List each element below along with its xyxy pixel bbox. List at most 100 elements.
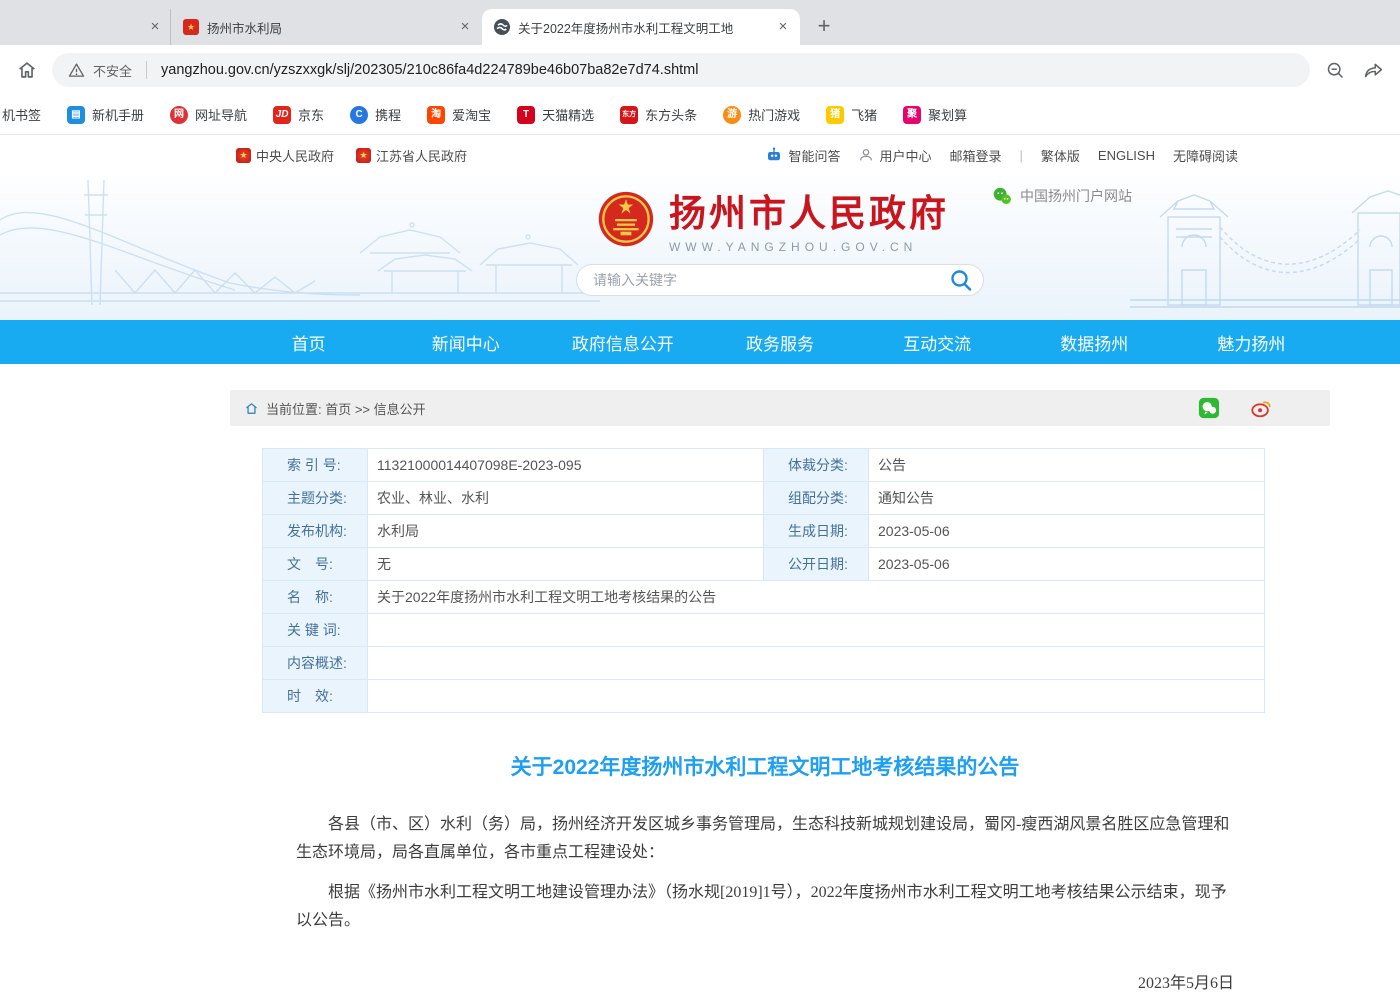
meta-label: 名 称: (263, 581, 368, 614)
link-label: 智能问答 (788, 146, 840, 165)
bookmark-label: 机书签 (2, 105, 41, 124)
table-row: 关 键 词: (263, 614, 1265, 647)
bookmark-juhuasuan[interactable]: 聚聚划算 (903, 105, 967, 124)
robot-icon (765, 146, 783, 164)
meta-value (368, 614, 1265, 647)
nav-item-charm[interactable]: 魅力扬州 (1173, 320, 1330, 364)
meta-label: 发布机构: (263, 515, 368, 548)
bookmark-hot-games[interactable]: 游热门游戏 (723, 105, 800, 124)
link-label: ENGLISH (1098, 148, 1155, 163)
share-button[interactable] (1360, 57, 1386, 83)
nav-item-news[interactable]: 新闻中心 (387, 320, 544, 364)
bookmark-site-navigation[interactable]: 网网址导航 (170, 105, 247, 124)
article-title: 关于2022年度扬州市水利工程文明工地考核结果的公告 (296, 751, 1234, 781)
bookmark-label: 网址导航 (195, 105, 247, 124)
browser-toolbar: 不安全 yangzhou.gov.cn/yzszxxgk/slj/202305/… (0, 45, 1400, 95)
weibo-share-icon[interactable] (1250, 397, 1272, 419)
link-smart-qa[interactable]: 智能问答 (765, 146, 840, 165)
meta-value: 水利局 (368, 515, 764, 548)
article-date: 2023年5月6日 (296, 969, 1234, 993)
search-icon[interactable] (949, 268, 973, 292)
bookmark-eastday[interactable]: 东方东方头条 (620, 105, 697, 124)
zoom-out-icon (1325, 60, 1346, 81)
meta-label: 生成日期: (764, 515, 869, 548)
nav-item-data[interactable]: 数据扬州 (1016, 320, 1173, 364)
article: 关于2022年度扬州市水利工程文明工地考核结果的公告 各县（市、区）水利（务）局… (230, 751, 1330, 997)
link-jiangsu-government[interactable]: ★ 江苏省人民政府 (356, 146, 467, 165)
link-central-government[interactable]: ★ 中央人民政府 (236, 146, 334, 165)
meta-value: 农业、林业、水利 (368, 482, 764, 515)
bookmark-label: 爱淘宝 (452, 105, 491, 124)
bookmark-phone-bookmarks[interactable]: 机书签 (2, 105, 41, 124)
site-name: 扬州市人民政府 (669, 183, 949, 237)
yangzhou-site-favicon (494, 19, 510, 35)
bookmark-new-phone-manual[interactable]: ▤新机手册 (67, 105, 144, 124)
link-traditional-chinese[interactable]: 繁体版 (1041, 146, 1080, 165)
close-tab-icon[interactable]: × (774, 18, 792, 36)
table-row: 内容概述: (263, 647, 1265, 680)
bookmark-label: 天猫精选 (542, 105, 594, 124)
meta-value: 关于2022年度扬州市水利工程文明工地考核结果的公告 (368, 581, 1265, 614)
meta-label: 内容概述: (263, 647, 368, 680)
bookmark-label: 携程 (375, 105, 401, 124)
link-accessibility[interactable]: 无障碍阅读 (1173, 146, 1238, 165)
table-row: 文 号: 无 公开日期: 2023-05-06 (263, 548, 1265, 581)
url-text[interactable]: yangzhou.gov.cn/yzszxxgk/slj/202305/210c… (161, 62, 698, 78)
link-user-center[interactable]: 用户中心 (858, 146, 931, 165)
bookmark-fliggy[interactable]: 猪飞猪 (826, 105, 877, 124)
meta-value: 2023-05-06 (869, 515, 1265, 548)
meta-value: 2023-05-06 (869, 548, 1265, 581)
portal-link[interactable]: 中国扬州门户网站 (991, 185, 1132, 207)
bookmark-ctrip[interactable]: C携程 (350, 105, 401, 124)
wechat-share-icon[interactable] (1198, 397, 1220, 419)
nav-item-gov-info[interactable]: 政府信息公开 (544, 320, 701, 364)
portal-label: 中国扬州门户网站 (1020, 186, 1132, 206)
site-logo[interactable]: 扬州市人民政府 WWW.YANGZHOU.GOV.CN (597, 183, 949, 254)
link-english[interactable]: ENGLISH (1098, 148, 1155, 163)
tab-title: 关于2022年度扬州市水利工程文明工地 (518, 18, 766, 37)
security-badge[interactable]: 不安全 (93, 61, 132, 80)
article-paragraph: 各县（市、区）水利（务）局，扬州经济开发区城乡事务管理局，生态科技新城规划建设局… (296, 811, 1234, 867)
main-nav: 首页 新闻中心 政府信息公开 政务服务 互动交流 数据扬州 魅力扬州 (0, 320, 1400, 364)
address-bar[interactable]: 不安全 yangzhou.gov.cn/yzszxxgk/slj/202305/… (52, 53, 1310, 87)
breadcrumb-label[interactable]: 当前位置: 首页 >> 信息公开 (266, 399, 426, 418)
bookmark-label: 飞猪 (851, 105, 877, 124)
jd-icon: JD (273, 106, 291, 124)
bookmark-label: 热门游戏 (748, 105, 800, 124)
nav-item-home[interactable]: 首页 (230, 320, 387, 364)
table-row: 时 效: (263, 680, 1265, 713)
tmall-icon: T (517, 106, 535, 124)
bookmark-jd[interactable]: JD 京东 (273, 105, 324, 124)
nav-item-interaction[interactable]: 互动交流 (859, 320, 1016, 364)
link-label: 繁体版 (1041, 146, 1080, 165)
national-emblem-favicon: ★ (183, 19, 199, 35)
meta-label: 关 键 词: (263, 614, 368, 647)
search-input[interactable] (593, 272, 949, 288)
site-header: 扬州市人民政府 WWW.YANGZHOU.GOV.CN 中国扬州门户网站 (0, 175, 1400, 320)
bookmark-label: 京东 (298, 105, 324, 124)
nav-item-services[interactable]: 政务服务 (701, 320, 858, 364)
bookmark-tmall[interactable]: T 天猫精选 (517, 105, 594, 124)
link-label: 邮箱登录 (949, 146, 1001, 165)
meta-label: 体裁分类: (764, 449, 869, 482)
link-label: 用户中心 (879, 146, 931, 165)
link-label: 江苏省人民政府 (376, 146, 467, 165)
eastday-icon: 东方 (620, 106, 638, 124)
tab-announcement-active[interactable]: 关于2022年度扬州市水利工程文明工地 × (482, 9, 800, 45)
table-row: 索 引 号: 11321000014407098E-2023-095 体裁分类:… (263, 449, 1265, 482)
home-icon (16, 59, 38, 81)
article-paragraph: 根据《扬州市水利工程文明工地建设管理办法》（扬水规[2019]1号），2022年… (296, 879, 1234, 935)
link-mail-login[interactable]: 邮箱登录 (949, 146, 1001, 165)
close-tab-icon[interactable]: × (456, 18, 474, 36)
national-emblem-icon: ★ (236, 148, 251, 163)
bookmark-aitaobao[interactable]: 淘爱淘宝 (427, 105, 491, 124)
zoom-out-button[interactable] (1322, 57, 1348, 83)
home-icon[interactable] (244, 401, 259, 416)
close-tab-icon[interactable]: × (146, 18, 164, 36)
juhuasuan-icon: 聚 (903, 106, 921, 124)
divider: | (1020, 148, 1023, 163)
home-button[interactable] (14, 57, 40, 83)
new-tab-button[interactable]: + (810, 13, 838, 41)
tab-cutoff: × (0, 9, 170, 45)
tab-yangzhou-water-bureau[interactable]: ★ 扬州市水利局 × (170, 9, 482, 45)
